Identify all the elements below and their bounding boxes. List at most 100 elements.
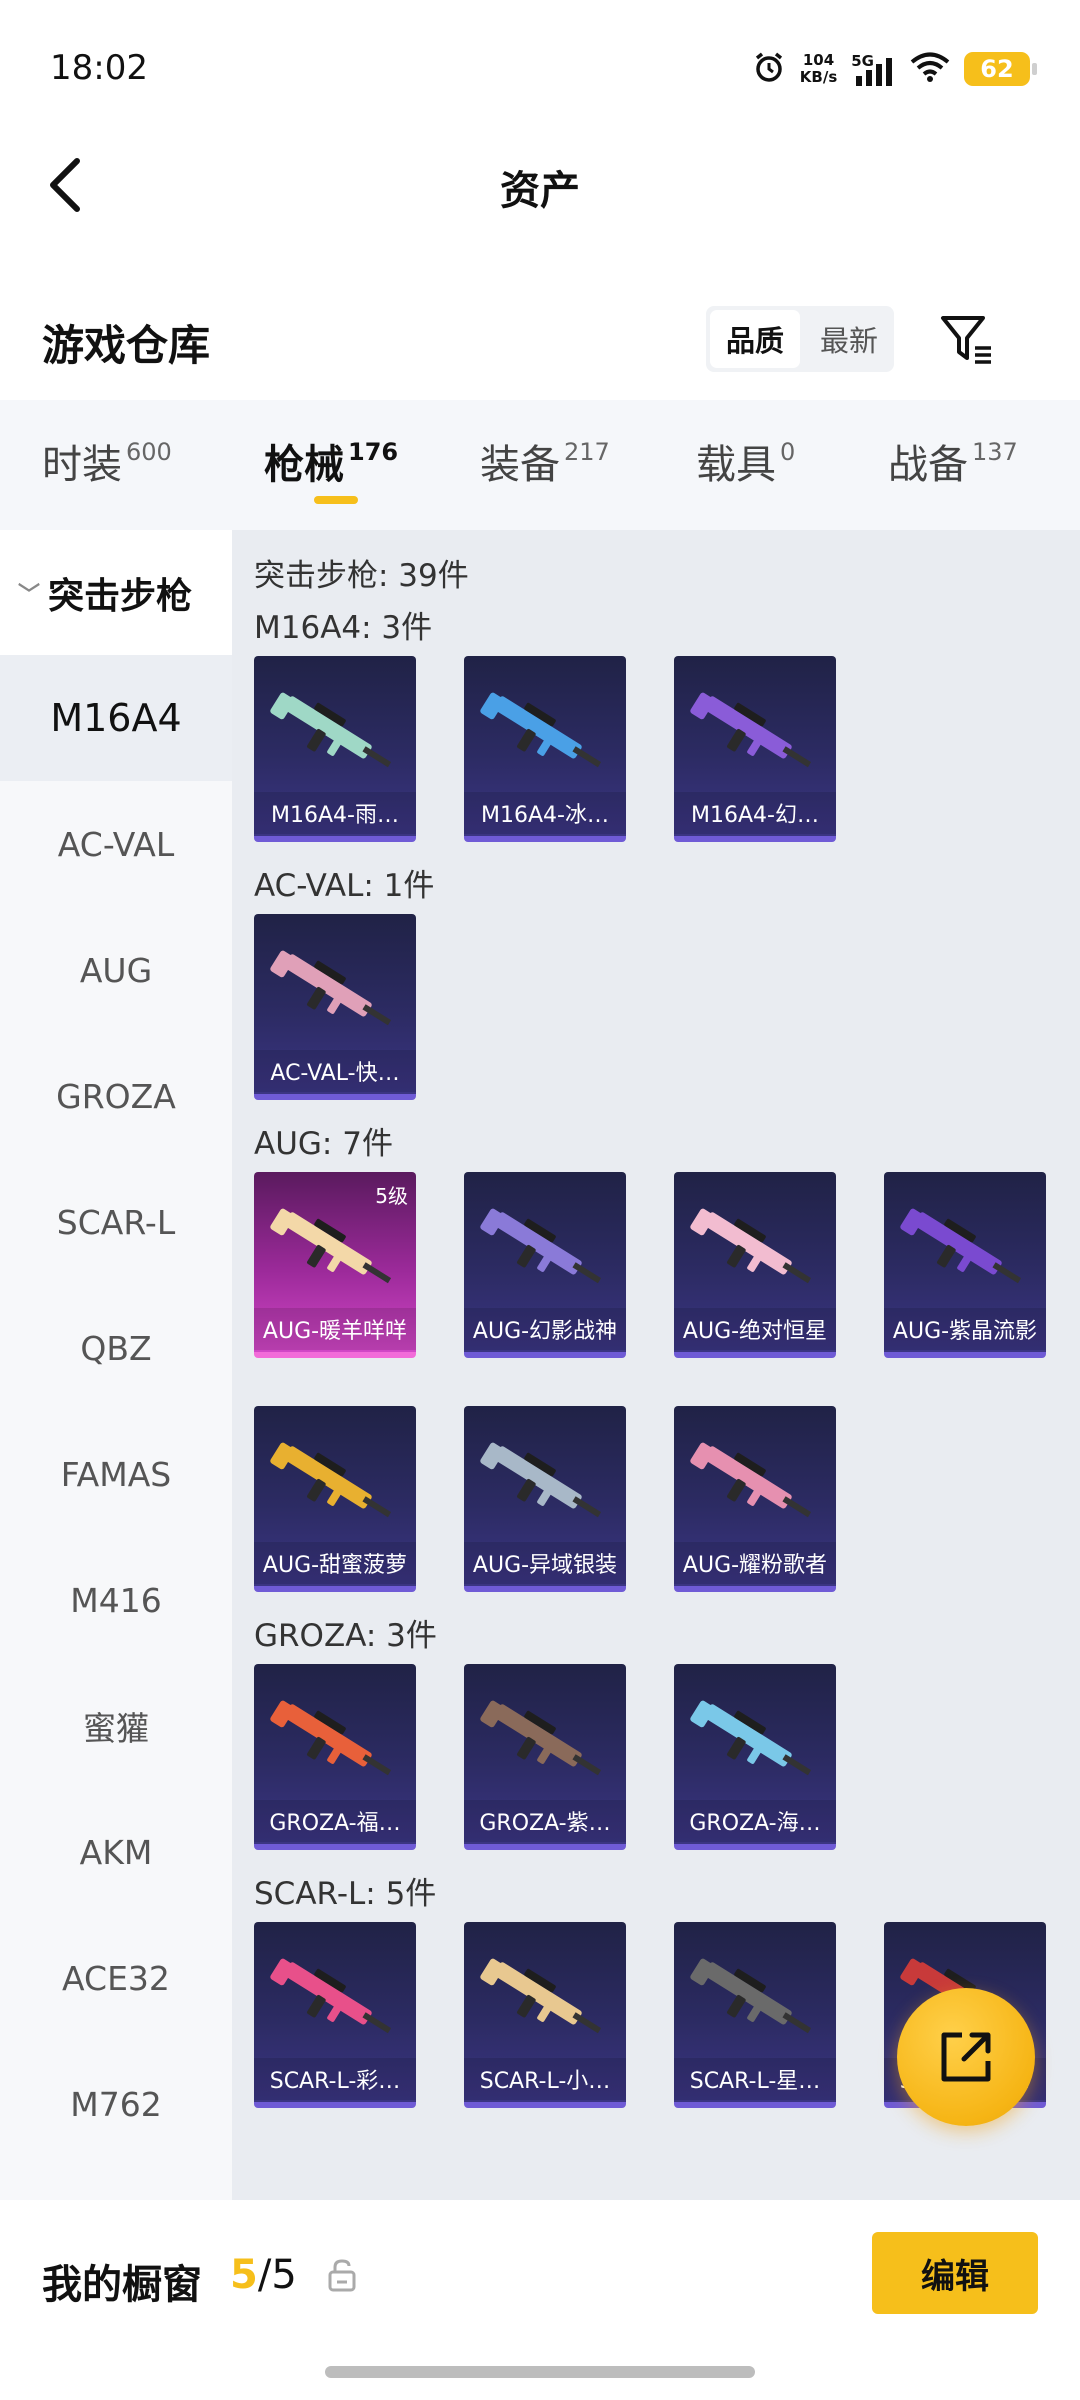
group-label: M16A4: 3件 xyxy=(254,610,433,646)
weapon-icon xyxy=(480,1958,602,2034)
weapon-name: AUG-绝对恒星 xyxy=(674,1308,836,1350)
active-tab-indicator xyxy=(314,496,358,504)
alarm-icon xyxy=(752,50,786,88)
bottom-bar: 我的橱窗 5/5 编辑 xyxy=(0,2200,1080,2400)
net-speed-value: 104 xyxy=(802,51,835,69)
sidebar-item[interactable]: AKM xyxy=(0,1789,232,1915)
sidebar-item[interactable]: GROZA xyxy=(0,1033,232,1159)
weapon-name: AUG-耀粉歌者 xyxy=(674,1542,836,1584)
sidebar-item[interactable]: M416 xyxy=(0,1537,232,1663)
sidebar-item[interactable]: 蜜獾 xyxy=(0,1663,232,1789)
chevron-down-icon: ﹀ xyxy=(18,582,41,608)
sidebar-item[interactable]: AC-VAL xyxy=(0,781,232,907)
sidebar-item[interactable]: M762 xyxy=(0,2041,232,2167)
weapon-card[interactable]: AUG-绝对恒星 xyxy=(674,1172,836,1358)
net-speed-unit: KB/s xyxy=(799,68,838,86)
weapon-card[interactable]: AUG-耀粉歌者 xyxy=(674,1406,836,1592)
weapon-card[interactable]: AC-VAL-快… xyxy=(254,914,416,1100)
group-label: AUG: 7件 xyxy=(254,1126,393,1162)
weapon-card[interactable]: GROZA-紫… xyxy=(464,1664,626,1850)
weapon-icon xyxy=(270,1700,392,1776)
tab-vehicles[interactable]: 载具 0 xyxy=(696,432,795,490)
weapon-name: M16A4-雨… xyxy=(254,792,416,834)
sidebar-item[interactable]: QBZ xyxy=(0,1285,232,1411)
category-tabs: 时装 600 枪械 176 装备 217 载具 0 战备 137 xyxy=(0,400,1080,530)
cell-signal: 5G xyxy=(851,52,896,86)
weapon-name: AUG-幻影战神 xyxy=(464,1308,626,1350)
sidebar-item[interactable]: M16A4 xyxy=(0,655,232,781)
weapon-card[interactable]: SCAR-L-小… xyxy=(464,1922,626,2108)
home-indicator[interactable] xyxy=(325,2366,755,2378)
sidebar-item[interactable]: AUG xyxy=(0,907,232,1033)
showcase-count-current: 5 xyxy=(230,2252,258,2298)
share-icon xyxy=(941,2032,991,2082)
weapon-icon xyxy=(690,1700,812,1776)
sort-newest-option[interactable]: 最新 xyxy=(804,306,894,372)
weapon-name: M16A4-幻… xyxy=(674,792,836,834)
tab-count: 600 xyxy=(126,438,172,466)
weapon-card[interactable]: GROZA-福… xyxy=(254,1664,416,1850)
showcase-count-total: /5 xyxy=(257,2252,297,2298)
weapon-name: SCAR-L-星… xyxy=(674,2058,836,2100)
section-title: 游戏仓库 xyxy=(42,321,211,370)
weapon-card[interactable]: AUG-异域银装 xyxy=(464,1406,626,1592)
weapon-icon xyxy=(690,1442,812,1518)
level-badge: 5级 xyxy=(375,1184,408,1208)
sidebar-group-label: 突击步枪 xyxy=(48,575,193,617)
group-label: AC-VAL: 1件 xyxy=(254,868,435,904)
weapon-sidebar: ﹀ 突击步枪 M16A4 AC-VAL AUG GROZA SCAR-L QBZ… xyxy=(0,530,232,2200)
battery-indicator: 62 xyxy=(964,52,1037,86)
tab-label: 战备 xyxy=(888,442,968,488)
sidebar-item[interactable]: ACE32 xyxy=(0,1915,232,2041)
filter-button[interactable] xyxy=(935,308,999,372)
weapon-card[interactable]: M16A4-雨… xyxy=(254,656,416,842)
page-title: 资产 xyxy=(500,168,580,214)
tab-firearms[interactable]: 枪械 176 xyxy=(264,432,398,490)
weapon-icon xyxy=(480,1208,602,1284)
weapon-grid: 突击步枪: 39件 M16A4: 3件 M16A4-雨… M16A4-冰… M16A4… xyxy=(232,530,1080,2200)
tab-label: 时装 xyxy=(42,442,122,488)
tab-count: 217 xyxy=(564,438,610,466)
weapon-icon xyxy=(480,692,602,768)
weapon-name: GROZA-紫… xyxy=(464,1800,626,1842)
share-fab[interactable] xyxy=(897,1988,1035,2126)
weapon-icon xyxy=(270,1208,392,1284)
sort-toggle: 品质 最新 xyxy=(706,306,894,372)
sidebar-group-assault-rifle[interactable]: ﹀ 突击步枪 xyxy=(0,530,232,655)
tab-equipment[interactable]: 装备 217 xyxy=(480,432,610,490)
sort-quality-option[interactable]: 品质 xyxy=(710,310,800,368)
category-total: 突击步枪: 39件 xyxy=(254,558,469,594)
weapon-name: AUG-异域银装 xyxy=(464,1542,626,1584)
weapon-card[interactable]: AUG-甜蜜菠萝 xyxy=(254,1406,416,1592)
weapon-card[interactable]: SCAR-L-彩… xyxy=(254,1922,416,2108)
weapon-card[interactable]: GROZA-海… xyxy=(674,1664,836,1850)
weapon-card[interactable]: AUG-紫晶流影 xyxy=(884,1172,1046,1358)
weapon-name: SCAR-L-彩… xyxy=(254,2058,416,2100)
weapon-card[interactable]: SCAR-L-星… xyxy=(674,1922,836,2108)
tab-battle-gear[interactable]: 战备 137 xyxy=(888,432,1018,490)
weapon-icon xyxy=(690,692,812,768)
weapon-icon xyxy=(900,1208,1022,1284)
lock-icon xyxy=(328,2259,356,2292)
sidebar-item[interactable]: FAMAS xyxy=(0,1411,232,1537)
status-bar: 18:02 104 KB/s 5G 62 xyxy=(0,0,1080,140)
group-label: SCAR-L: 5件 xyxy=(254,1876,437,1912)
weapon-name: M16A4-冰… xyxy=(464,792,626,834)
weapon-name: AUG-紫晶流影 xyxy=(884,1308,1046,1350)
group-label: GROZA: 3件 xyxy=(254,1618,437,1654)
weapon-name: AUG-暖羊咩咩 xyxy=(254,1308,416,1350)
tab-fashion[interactable]: 时装 600 xyxy=(42,432,172,490)
sidebar-item[interactable]: SCAR-L xyxy=(0,1159,232,1285)
weapon-card[interactable]: M16A4-冰… xyxy=(464,656,626,842)
weapon-icon xyxy=(270,1958,392,2034)
edit-button[interactable]: 编辑 xyxy=(872,2232,1038,2314)
weapon-name: GROZA-福… xyxy=(254,1800,416,1842)
weapon-card[interactable]: M16A4-幻… xyxy=(674,656,836,842)
weapon-card[interactable]: 5级 AUG-暖羊咩咩 xyxy=(254,1172,416,1358)
weapon-icon xyxy=(480,1442,602,1518)
tab-label: 枪械 xyxy=(264,442,344,488)
weapon-card[interactable]: AUG-幻影战神 xyxy=(464,1172,626,1358)
net-speed: 104 KB/s xyxy=(800,52,837,86)
tab-count: 137 xyxy=(972,438,1018,466)
tab-count: 176 xyxy=(348,438,399,466)
